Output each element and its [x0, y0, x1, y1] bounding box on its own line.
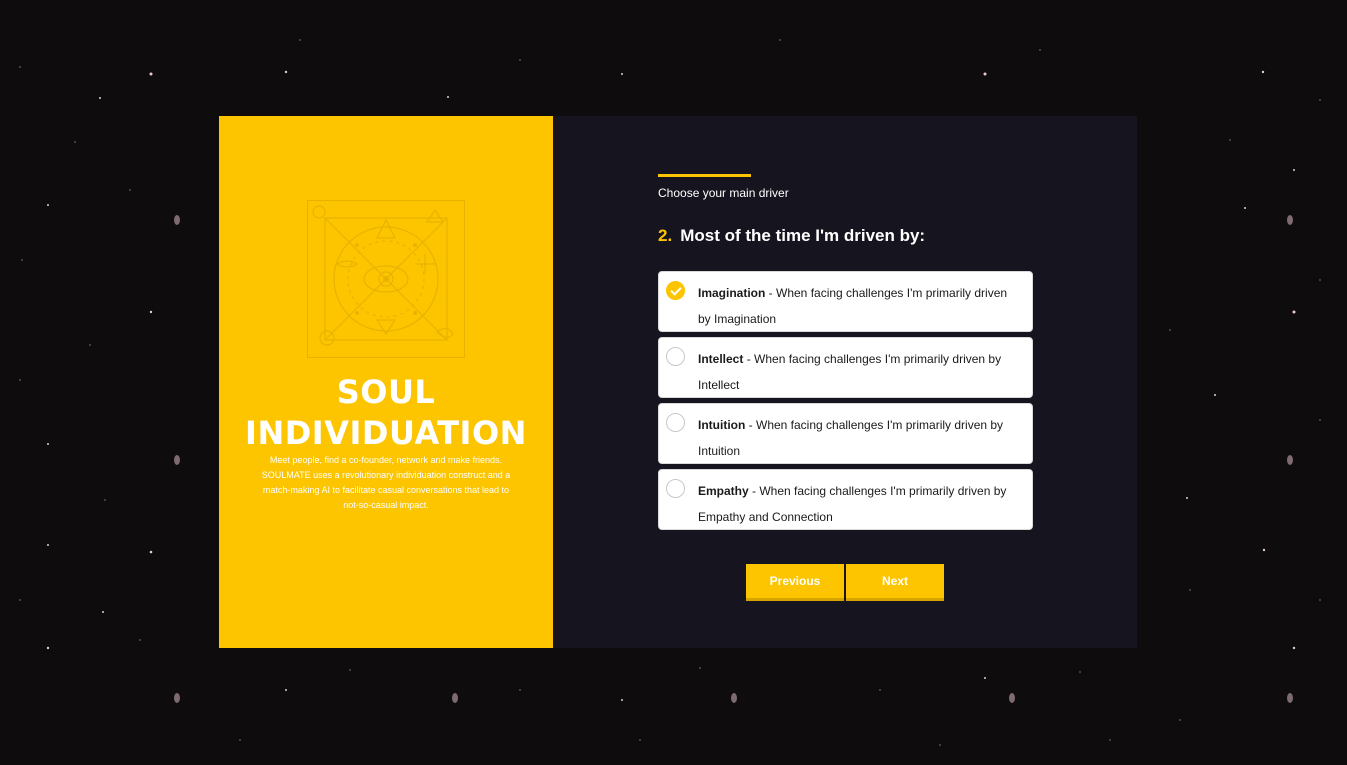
brand-title: SOUL INDIVIDUATION: [245, 373, 527, 452]
question-text: Most of the time I'm driven by:: [680, 226, 926, 245]
step-progress-bar: [658, 174, 751, 177]
brand-description: Meet people, find a co-founder, network …: [261, 455, 511, 510]
option-empathy[interactable]: Empathy - When facing challenges I'm pri…: [658, 469, 1033, 530]
option-name: Imagination: [698, 286, 766, 300]
soul-emblem-icon: [307, 200, 465, 358]
option-imagination[interactable]: Imagination - When facing challenges I'm…: [658, 271, 1033, 332]
radio-unchecked-icon[interactable]: [666, 479, 685, 498]
navigation-buttons: Previous Next: [746, 564, 944, 601]
option-description: - When facing challenges I'm primarily d…: [698, 352, 1002, 392]
radio-unchecked-icon[interactable]: [666, 413, 685, 432]
step-label: Choose your main driver: [658, 186, 789, 200]
option-intuition[interactable]: Intuition - When facing challenges I'm p…: [658, 403, 1033, 464]
brand-panel: SOUL INDIVIDUATION Meet people, find a c…: [219, 116, 553, 648]
option-name: Intuition: [698, 418, 746, 432]
question-title: 2. Most of the time I'm driven by:: [658, 226, 925, 246]
options-list: Imagination - When facing challenges I'm…: [658, 271, 1033, 535]
option-intellect[interactable]: Intellect - When facing challenges I'm p…: [658, 337, 1033, 398]
option-name: Empathy: [698, 484, 749, 498]
previous-button[interactable]: Previous: [746, 564, 844, 601]
option-name: Intellect: [698, 352, 744, 366]
question-number: 2.: [658, 226, 673, 245]
next-button[interactable]: Next: [846, 564, 944, 601]
onboarding-card: SOUL INDIVIDUATION Meet people, find a c…: [219, 116, 1137, 648]
radio-checked-icon[interactable]: [666, 281, 685, 300]
radio-unchecked-icon[interactable]: [666, 347, 685, 366]
question-panel: Choose your main driver 2. Most of the ti…: [553, 116, 1137, 648]
